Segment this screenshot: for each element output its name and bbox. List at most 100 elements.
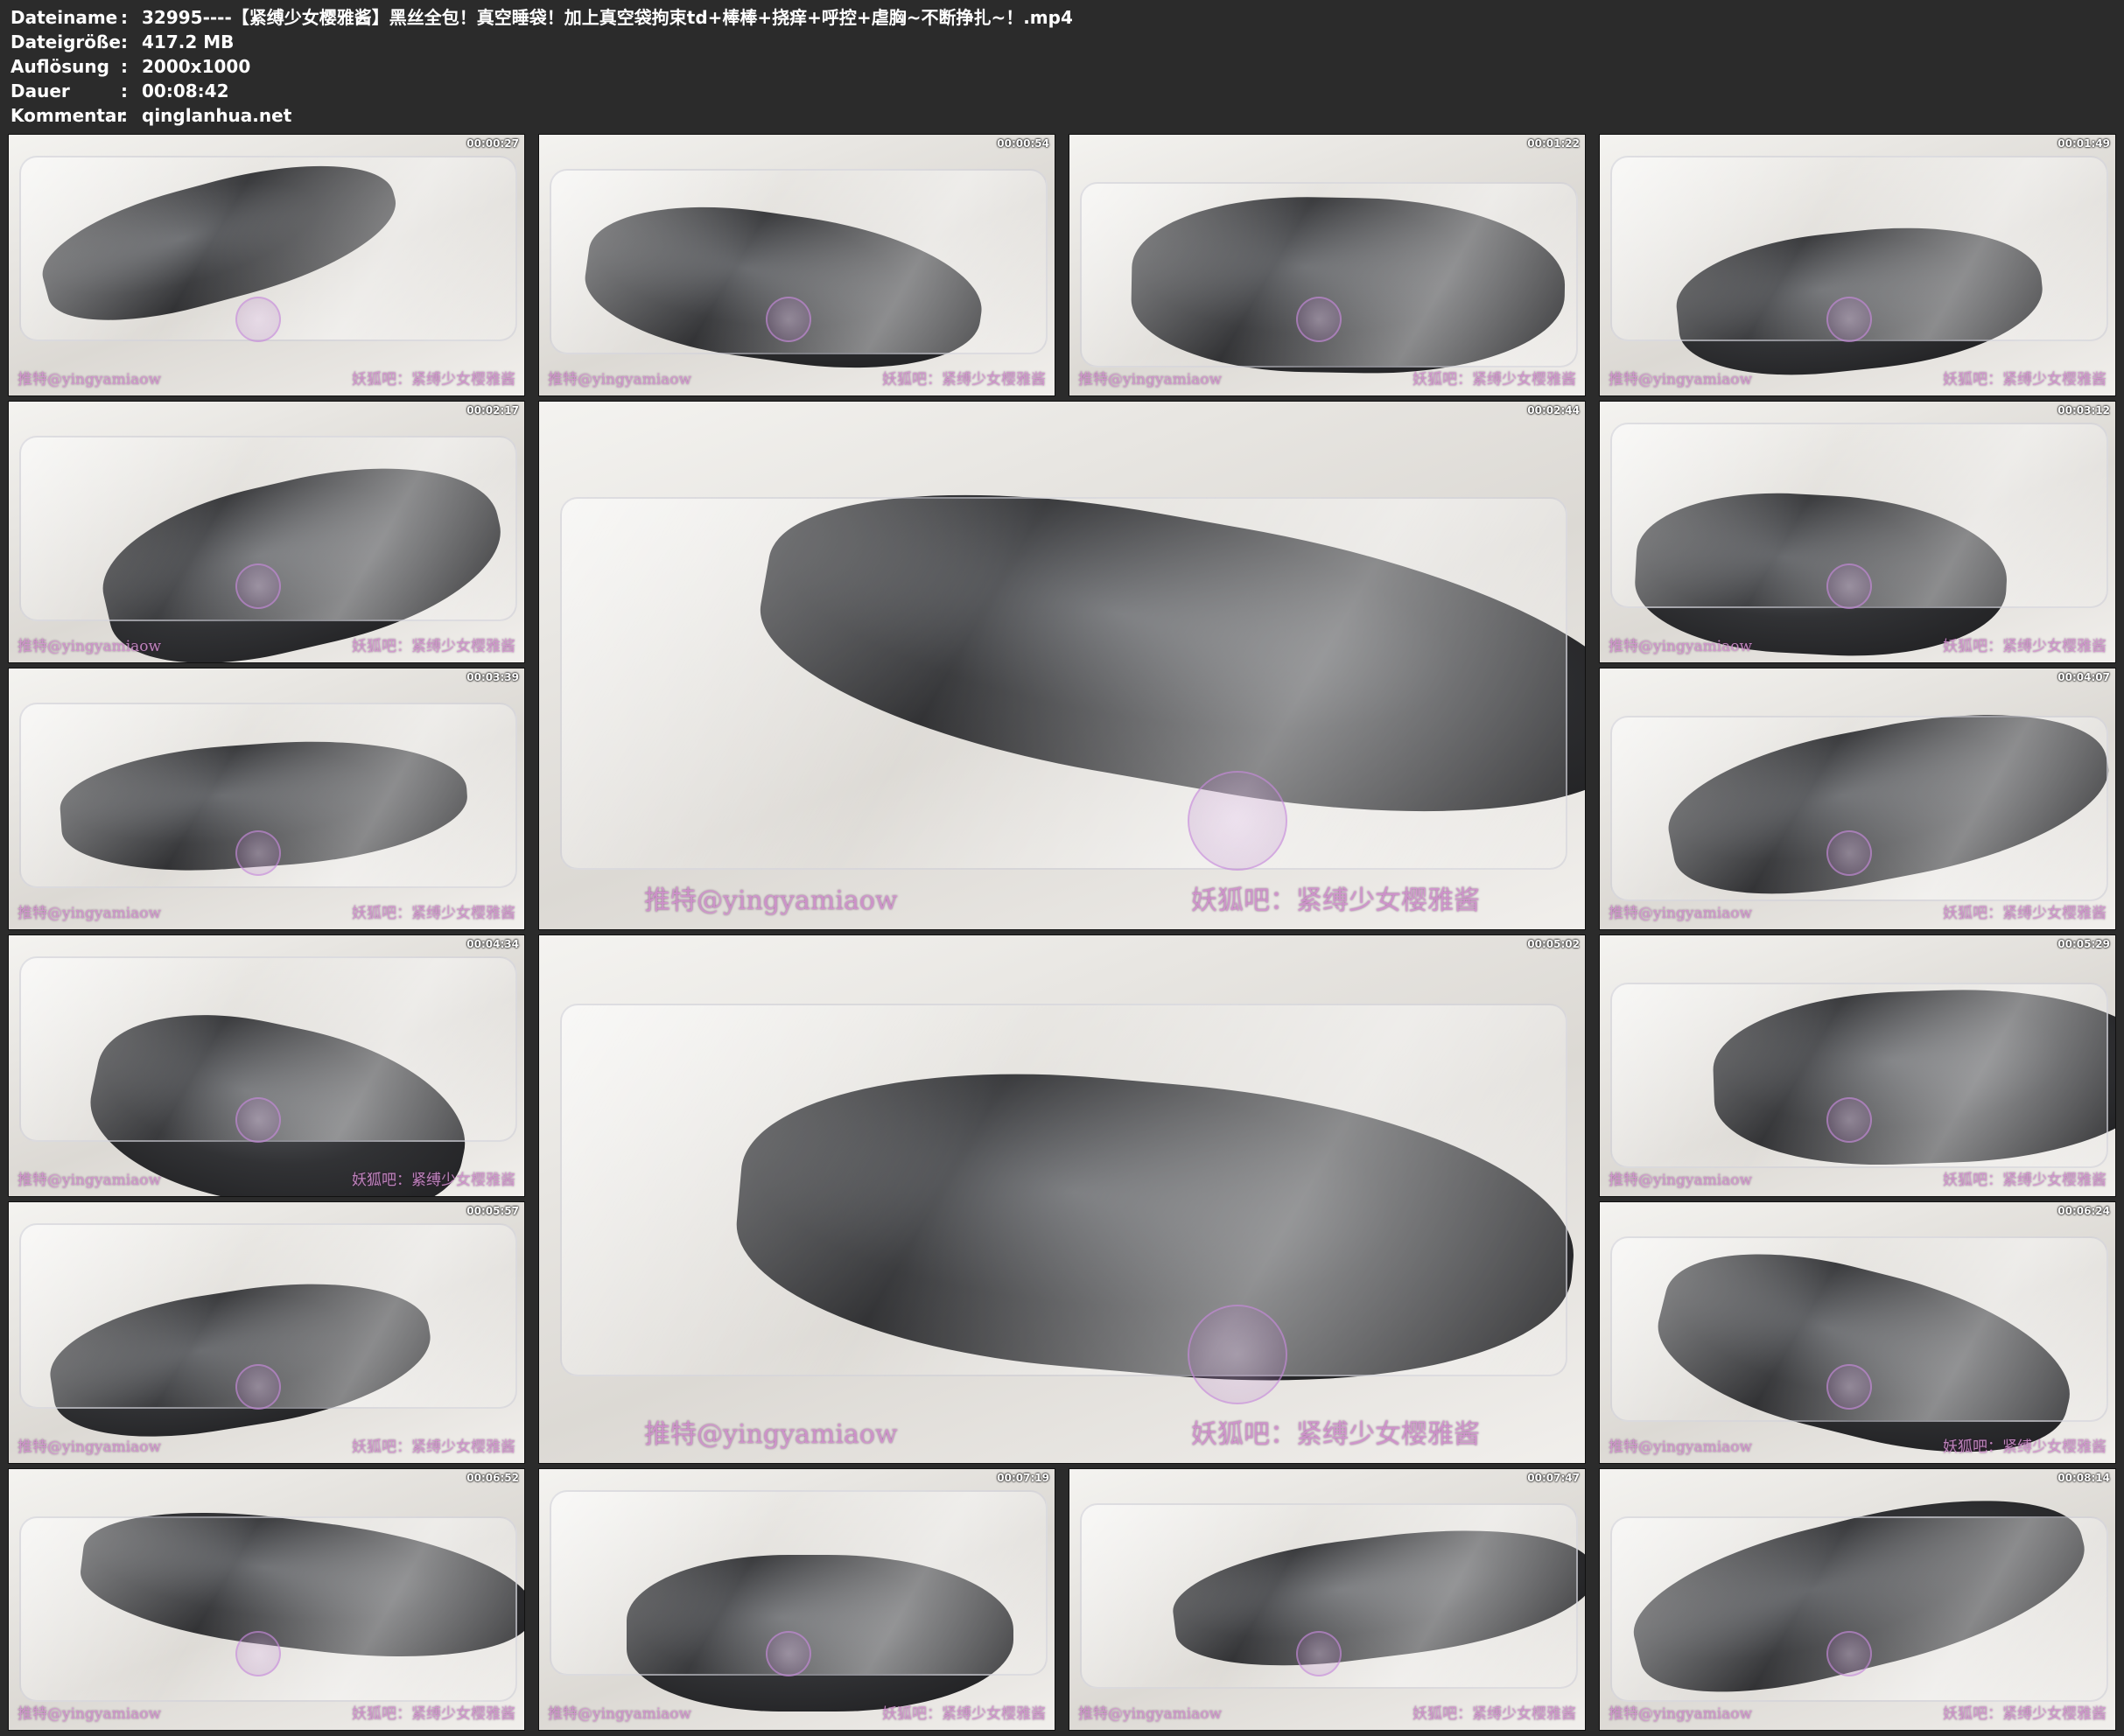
watermark-right: 妖狐吧：紧缚少女樱雅酱 xyxy=(352,905,515,922)
watermark-left: 推特@yingyamiaow xyxy=(1609,638,1753,655)
video-thumbnail[interactable]: 00:06:52 推特@yingyamiaow 妖狐吧：紧缚少女樱雅酱 xyxy=(8,1468,525,1731)
thumbnail-watermark: 推特@yingyamiaow 妖狐吧：紧缚少女樱雅酱 xyxy=(548,1701,1046,1723)
thumbnail-timestamp: 00:05:29 xyxy=(2057,938,2110,950)
video-thumbnail[interactable]: 00:04:34 推特@yingyamiaow 妖狐吧：紧缚少女樱雅酱 xyxy=(8,934,525,1197)
watermark-seal-icon xyxy=(1826,296,1873,342)
watermark-right: 妖狐吧：紧缚少女樱雅酱 xyxy=(882,1705,1046,1723)
thumbnail-watermark: 推特@yingyamiaow 妖狐吧：紧缚少女樱雅酱 xyxy=(644,878,1480,917)
video-thumbnail[interactable]: 00:03:39 推特@yingyamiaow 妖狐吧：紧缚少女樱雅酱 xyxy=(8,668,525,930)
watermark-left: 推特@yingyamiaow xyxy=(1609,371,1753,388)
video-thumbnail[interactable]: 00:03:12 推特@yingyamiaow 妖狐吧：紧缚少女樱雅酱 xyxy=(1599,401,2116,663)
watermark-seal-icon xyxy=(1296,1630,1342,1676)
watermark-left: 推特@yingyamiaow xyxy=(18,1705,162,1723)
thumbnail-timestamp: 00:01:49 xyxy=(2057,137,2110,150)
thumbnail-timestamp: 00:05:02 xyxy=(1527,938,1580,950)
watermark-left: 推特@yingyamiaow xyxy=(18,638,162,655)
thumbnail-watermark: 推特@yingyamiaow 妖狐吧：紧缚少女樱雅酱 xyxy=(644,1412,1480,1451)
watermark-right: 妖狐吧：紧缚少女樱雅酱 xyxy=(1943,1705,2106,1723)
thumbnail-watermark: 推特@yingyamiaow 妖狐吧：紧缚少女樱雅酱 xyxy=(1609,1701,2106,1723)
watermark-seal-icon xyxy=(766,296,812,342)
meta-row-comment: Kommentar : qinglanhua.net xyxy=(11,103,2111,128)
thumbnail-timestamp: 00:03:39 xyxy=(466,671,519,683)
meta-separator: : xyxy=(121,80,128,102)
watermark-right: 妖狐吧：紧缚少女樱雅酱 xyxy=(1412,371,1576,388)
watermark-left: 推特@yingyamiaow xyxy=(548,371,692,388)
thumbnail-timestamp: 00:01:22 xyxy=(1527,137,1580,150)
watermark-left: 推特@yingyamiaow xyxy=(18,905,162,922)
meta-label: Auflösung xyxy=(11,56,109,77)
video-thumbnail[interactable]: 00:01:22 推特@yingyamiaow 妖狐吧：紧缚少女樱雅酱 xyxy=(1069,134,1586,396)
watermark-seal-icon xyxy=(1296,296,1342,342)
meta-label: Dateiname xyxy=(11,7,118,28)
video-thumbnail[interactable]: 00:05:29 推特@yingyamiaow 妖狐吧：紧缚少女樱雅酱 xyxy=(1599,934,2116,1197)
frame-plastic-sheen xyxy=(18,1516,518,1703)
meta-row-filename: Dateiname : 32995----【紧缚少女樱雅酱】黑丝全包！真空睡袋！… xyxy=(11,5,2111,30)
watermark-seal-icon xyxy=(235,296,282,342)
file-metadata: Dateiname : 32995----【紧缚少女樱雅酱】黑丝全包！真空睡袋！… xyxy=(11,5,2111,128)
video-thumbnail[interactable]: 00:06:24 推特@yingyamiaow 妖狐吧：紧缚少女樱雅酱 xyxy=(1599,1201,2116,1464)
watermark-left: 推特@yingyamiaow xyxy=(644,1419,898,1450)
thumbnail-watermark: 推特@yingyamiaow 妖狐吧：紧缚少女樱雅酱 xyxy=(18,367,515,388)
meta-separator: : xyxy=(121,32,128,52)
meta-value: 2000x1000 xyxy=(142,56,251,77)
watermark-right: 妖狐吧：紧缚少女樱雅酱 xyxy=(1943,638,2106,655)
thumbnail-watermark: 推特@yingyamiaow 妖狐吧：紧缚少女樱雅酱 xyxy=(1609,900,2106,922)
meta-label: Dauer xyxy=(11,80,70,102)
watermark-left: 推特@yingyamiaow xyxy=(1609,905,1753,922)
watermark-right: 妖狐吧：紧缚少女樱雅酱 xyxy=(1191,1419,1480,1450)
thumbnail-timestamp: 00:02:17 xyxy=(466,404,519,416)
watermark-left: 推特@yingyamiaow xyxy=(548,1705,692,1723)
thumbnail-watermark: 推特@yingyamiaow 妖狐吧：紧缚少女樱雅酱 xyxy=(1609,1434,2106,1456)
video-thumbnail[interactable]: 00:02:44 推特@yingyamiaow 妖狐吧：紧缚少女樱雅酱 xyxy=(538,401,1586,930)
video-thumbnail[interactable]: 00:04:07 推特@yingyamiaow 妖狐吧：紧缚少女樱雅酱 xyxy=(1599,668,2116,930)
video-thumbnail[interactable]: 00:02:17 推特@yingyamiaow 妖狐吧：紧缚少女樱雅酱 xyxy=(8,401,525,663)
watermark-seal-icon xyxy=(1826,830,1873,876)
thumbnail-watermark: 推特@yingyamiaow 妖狐吧：紧缚少女樱雅酱 xyxy=(18,1434,515,1456)
watermark-left: 推特@yingyamiaow xyxy=(1609,1438,1753,1456)
video-thumbnail[interactable]: 00:01:49 推特@yingyamiaow 妖狐吧：紧缚少女樱雅酱 xyxy=(1599,134,2116,396)
thumbnail-timestamp: 00:02:44 xyxy=(1527,404,1580,416)
frame-plastic-sheen xyxy=(1609,1516,2109,1703)
meta-value: 417.2 MB xyxy=(142,32,235,52)
meta-label: Kommentar xyxy=(11,105,126,126)
thumbnail-watermark: 推特@yingyamiaow 妖狐吧：紧缚少女樱雅酱 xyxy=(18,634,515,655)
frame-plastic-sheen xyxy=(1079,181,1579,368)
watermark-seal-icon xyxy=(235,1363,282,1410)
video-thumbnail[interactable]: 00:05:02 推特@yingyamiaow 妖狐吧：紧缚少女樱雅酱 xyxy=(538,934,1586,1464)
watermark-right: 妖狐吧：紧缚少女樱雅酱 xyxy=(1943,1438,2106,1456)
watermark-left: 推特@yingyamiaow xyxy=(644,886,898,916)
thumbnail-timestamp: 00:00:27 xyxy=(466,137,519,150)
video-thumbnail[interactable]: 00:07:47 推特@yingyamiaow 妖狐吧：紧缚少女樱雅酱 xyxy=(1069,1468,1586,1731)
thumbnail-watermark: 推特@yingyamiaow 妖狐吧：紧缚少女樱雅酱 xyxy=(1609,1167,2106,1189)
thumbnail-timestamp: 00:00:54 xyxy=(997,137,1049,150)
thumbnail-timestamp: 00:03:12 xyxy=(2057,404,2110,416)
video-thumbnail[interactable]: 00:08:14 推特@yingyamiaow 妖狐吧：紧缚少女樱雅酱 xyxy=(1599,1468,2116,1731)
thumbnail-timestamp: 00:06:24 xyxy=(2057,1205,2110,1217)
video-thumbnail[interactable]: 00:07:19 推特@yingyamiaow 妖狐吧：紧缚少女樱雅酱 xyxy=(538,1468,1055,1731)
video-thumbnail[interactable]: 00:05:57 推特@yingyamiaow 妖狐吧：紧缚少女樱雅酱 xyxy=(8,1201,525,1464)
video-thumbnail[interactable]: 00:00:54 推特@yingyamiaow 妖狐吧：紧缚少女樱雅酱 xyxy=(538,134,1055,396)
frame-plastic-sheen xyxy=(559,496,1568,870)
thumbnail-watermark: 推特@yingyamiaow 妖狐吧：紧缚少女樱雅酱 xyxy=(18,900,515,922)
thumbnail-timestamp: 00:07:19 xyxy=(997,1472,1049,1484)
meta-row-resolution: Auflösung : 2000x1000 xyxy=(11,54,2111,79)
watermark-right: 妖狐吧：紧缚少女樱雅酱 xyxy=(1412,1705,1576,1723)
meta-row-filesize: Dateigröße : 417.2 MB xyxy=(11,30,2111,54)
thumbnail-watermark: 推特@yingyamiaow 妖狐吧：紧缚少女樱雅酱 xyxy=(548,367,1046,388)
watermark-left: 推特@yingyamiaow xyxy=(1609,1705,1753,1723)
watermark-right: 妖狐吧：紧缚少女樱雅酱 xyxy=(352,1172,515,1189)
watermark-left: 推特@yingyamiaow xyxy=(1078,1705,1223,1723)
thumbnail-watermark: 推特@yingyamiaow 妖狐吧：紧缚少女樱雅酱 xyxy=(1078,367,1576,388)
watermark-seal-icon xyxy=(235,1630,282,1676)
watermark-seal-icon xyxy=(1187,1305,1287,1405)
watermark-right: 妖狐吧：紧缚少女樱雅酱 xyxy=(352,1438,515,1456)
video-thumbnail[interactable]: 00:00:27 推特@yingyamiaow 妖狐吧：紧缚少女樱雅酱 xyxy=(8,134,525,396)
thumbnail-watermark: 推特@yingyamiaow 妖狐吧：紧缚少女樱雅酱 xyxy=(18,1701,515,1723)
thumbnail-watermark: 推特@yingyamiaow 妖狐吧：紧缚少女樱雅酱 xyxy=(1609,634,2106,655)
watermark-seal-icon xyxy=(1826,1096,1873,1143)
frame-plastic-sheen xyxy=(559,1004,1568,1377)
watermark-right: 妖狐吧：紧缚少女樱雅酱 xyxy=(1943,905,2106,922)
frame-plastic-sheen xyxy=(1609,715,2109,902)
thumbnail-watermark: 推特@yingyamiaow 妖狐吧：紧缚少女樱雅酱 xyxy=(18,1167,515,1189)
thumbnail-timestamp: 00:08:14 xyxy=(2057,1472,2110,1484)
